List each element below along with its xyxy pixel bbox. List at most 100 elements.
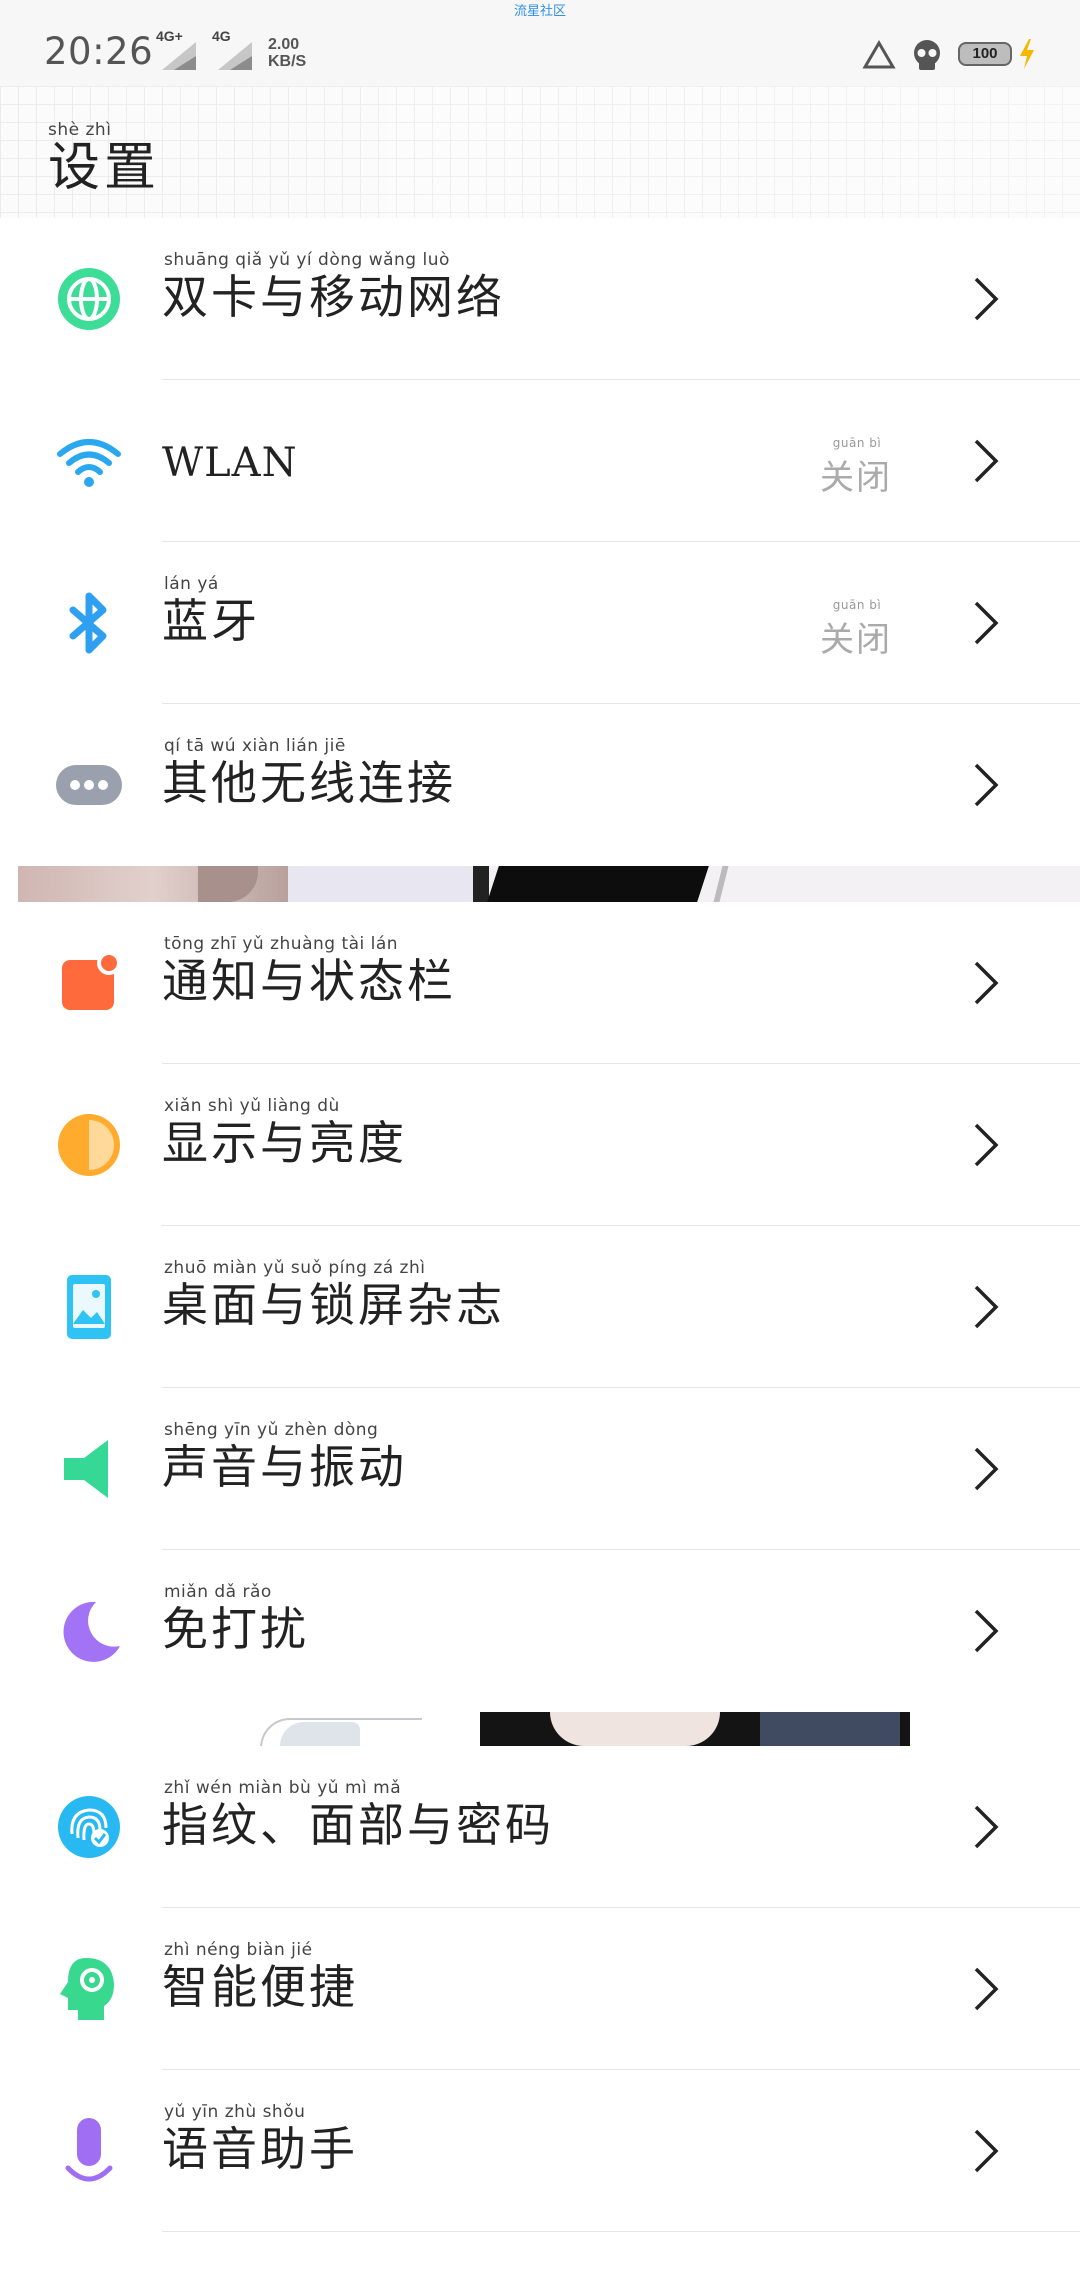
settings-item-label: 双卡与移动网络 (162, 270, 505, 324)
settings-item-label: 桌面与锁屏杂志 (162, 1278, 505, 1332)
settings-item-label: 通知与状态栏 (162, 954, 456, 1008)
settings-item-notifications-status-bar[interactable]: tōng zhī yǔ zhuàng tài lán 通知与状态栏 (0, 902, 1080, 1064)
settings-item-pinyin: lán yá (164, 574, 219, 594)
settings-item-pinyin: shuāng qiǎ yǔ yí dòng wǎng luò (164, 250, 450, 270)
settings-item-pinyin: zhuō miàn yǔ suǒ píng zá zhì (164, 1258, 426, 1278)
banner-artwork (713, 866, 729, 902)
settings-item-other-wireless[interactable]: qí tā wú xiàn lián jiē 其他无线连接 (0, 704, 1080, 866)
settings-item-text: miǎn dǎ rǎo 免打扰 (162, 1582, 309, 1656)
decorative-banner (150, 1712, 1080, 1746)
settings-item-text: yǔ yīn zhù shǒu 语音助手 (162, 2102, 358, 2176)
settings-item-text: shuāng qiǎ yǔ yí dòng wǎng luò 双卡与移动网络 (162, 250, 505, 324)
settings-item-status: guān bì 关闭 (820, 436, 892, 499)
chevron-right-icon (974, 2129, 999, 2173)
signal-icon (218, 42, 252, 70)
page-title-block: shè zhì 设置 (48, 120, 160, 196)
settings-item-text: shēng yīn yǔ zhèn dòng 声音与振动 (162, 1420, 407, 1494)
globe-icon (58, 268, 120, 330)
settings-item-text: WLAN (162, 436, 298, 490)
settings-item-pinyin: zhǐ wén miàn bù yǔ mì mǎ (164, 1778, 402, 1798)
settings-item-label: 指纹、面部与密码 (162, 1798, 554, 1852)
settings-item-label: 显示与亮度 (162, 1116, 407, 1170)
speaker-icon (64, 1440, 108, 1498)
decorative-banner (18, 866, 1080, 902)
status-pinyin: guān bì (832, 598, 882, 612)
chevron-right-icon (974, 1447, 999, 1491)
settings-item-pinyin: zhì néng biàn jié (164, 1940, 313, 1960)
smart-head-gear-icon (60, 1958, 114, 2020)
fingerprint-face-icon (58, 1796, 120, 1858)
settings-item-home-lock-magazine[interactable]: zhuō miàn yǔ suǒ píng zá zhì 桌面与锁屏杂志 (0, 1226, 1080, 1388)
header-fade (0, 86, 1080, 224)
clock: 20:26 (44, 30, 154, 73)
status-pinyin: guān bì (832, 436, 882, 450)
settings-item-label: 免打扰 (162, 1602, 309, 1656)
banner-artwork (280, 1722, 360, 1746)
page-title-pinyin: shè zhì (48, 120, 112, 140)
more-dots-icon (56, 765, 122, 805)
status-text: 关闭 (820, 620, 892, 660)
status-text: 关闭 (820, 458, 892, 498)
battery-indicator: 100 (958, 42, 1012, 66)
settings-item-display-brightness[interactable]: xiǎn shì yǔ liàng dù 显示与亮度 (0, 1064, 1080, 1226)
settings-item-label: 其他无线连接 (162, 756, 456, 810)
settings-item-text: qí tā wú xiàn lián jiē 其他无线连接 (162, 736, 456, 810)
settings-item-pinyin: qí tā wú xiàn lián jiē (164, 736, 346, 756)
banner-artwork (550, 1712, 720, 1746)
settings-item-status: guān bì 关闭 (820, 598, 892, 661)
settings-item-smart-assist[interactable]: zhì néng biàn jié 智能便捷 (0, 1908, 1080, 2070)
moon-icon (63, 1601, 120, 1662)
chevron-right-icon (974, 763, 999, 807)
settings-item-do-not-disturb[interactable]: miǎn dǎ rǎo 免打扰 (0, 1550, 1080, 1712)
settings-item-pinyin: yǔ yīn zhù shǒu (164, 2102, 306, 2122)
page-title: 设置 (48, 138, 161, 198)
settings-item-dual-sim-network[interactable]: shuāng qiǎ yǔ yí dòng wǎng luò 双卡与移动网络 (0, 218, 1080, 380)
settings-item-bluetooth[interactable]: lán yá 蓝牙 guān bì 关闭 (0, 542, 1080, 704)
chevron-right-icon (974, 1805, 999, 1849)
settings-item-label: WLAN (162, 440, 298, 486)
divider (162, 2231, 1080, 2232)
alert-triangle-icon (862, 40, 896, 69)
banner-artwork (487, 866, 709, 902)
settings-item-text: tōng zhī yǔ zhuàng tài lán 通知与状态栏 (162, 934, 456, 1008)
chevron-right-icon (974, 1123, 999, 1167)
chevron-right-icon (974, 439, 999, 483)
settings-item-sound-vibration[interactable]: shēng yīn yǔ zhèn dòng 声音与振动 (0, 1388, 1080, 1550)
settings-item-voice-assistant[interactable]: yǔ yīn zhù shǒu 语音助手 (0, 2070, 1080, 2232)
settings-item-text: zhì néng biàn jié 智能便捷 (162, 1940, 358, 2014)
settings-item-text: zhuō miàn yǔ suǒ píng zá zhì 桌面与锁屏杂志 (162, 1258, 505, 1332)
settings-item-label: 声音与振动 (162, 1440, 407, 1494)
settings-item-wlan[interactable]: WLAN guān bì 关闭 (0, 380, 1080, 542)
settings-item-label: 蓝牙 (162, 594, 260, 648)
net-speed-unit: KB/S (268, 53, 307, 70)
notification-icon (62, 951, 121, 1010)
net-speed: 2.00 KB/S (268, 36, 306, 70)
settings-item-fingerprint-face-password[interactable]: zhǐ wén miàn bù yǔ mì mǎ 指纹、面部与密码 (0, 1746, 1080, 1908)
signal-icon (162, 42, 196, 70)
wallpaper-icon (67, 1275, 111, 1339)
chevron-right-icon (974, 601, 999, 645)
banner-artwork (473, 866, 489, 902)
settings-item-text: zhǐ wén miàn bù yǔ mì mǎ 指纹、面部与密码 (162, 1778, 554, 1852)
settings-screen: 流星社区 20:26 4G+ 4G 2.00 KB/S 100 shè zhì … (0, 0, 1080, 2280)
brightness-icon (58, 1114, 120, 1176)
chevron-right-icon (974, 277, 999, 321)
chevron-right-icon (974, 1285, 999, 1329)
settings-item-label: 智能便捷 (162, 1960, 358, 2014)
banner-artwork (288, 866, 488, 902)
carrier-tip: 流星社区 (513, 3, 566, 18)
settings-item-pinyin: xiǎn shì yǔ liàng dù (164, 1096, 340, 1116)
chevron-right-icon (974, 1609, 999, 1653)
bluetooth-icon (69, 592, 107, 654)
wifi-icon (57, 439, 121, 487)
settings-item-text: lán yá 蓝牙 (162, 574, 260, 648)
charging-icon (1020, 39, 1034, 69)
settings-item-pinyin: miǎn dǎ rǎo (164, 1582, 272, 1602)
settings-item-pinyin: shēng yīn yǔ zhèn dòng (164, 1420, 379, 1440)
chevron-right-icon (974, 1967, 999, 2011)
settings-item-label: 语音助手 (162, 2122, 358, 2176)
microphone-icon (65, 2118, 113, 2182)
banner-artwork (760, 1712, 900, 1746)
settings-item-pinyin: tōng zhī yǔ zhuàng tài lán (164, 934, 399, 954)
skull-icon (914, 40, 940, 70)
